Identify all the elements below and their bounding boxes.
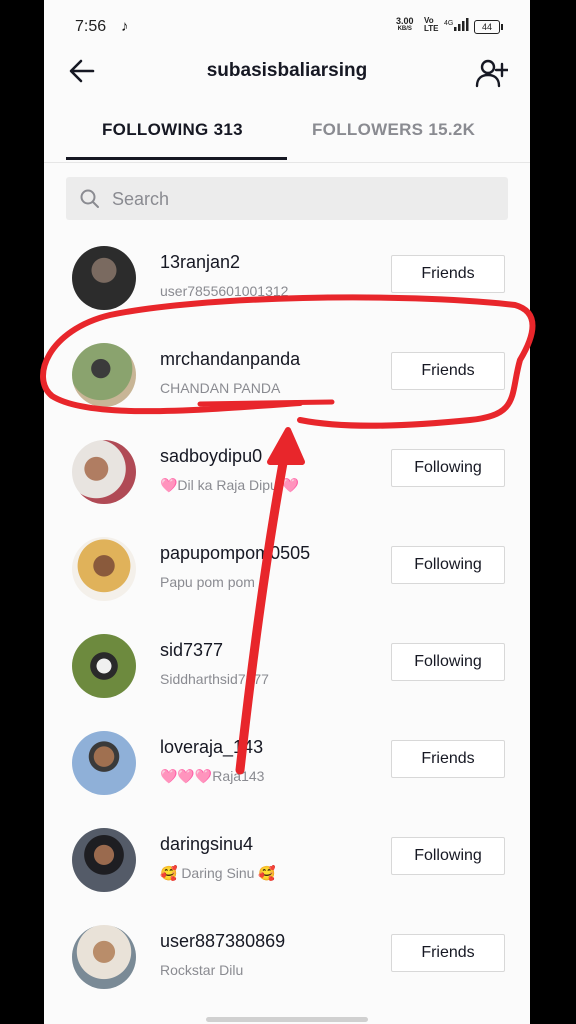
following-button[interactable]: Following [391, 837, 505, 875]
tab-bar: FOLLOWING 313 FOLLOWERS 15.2K [44, 104, 530, 163]
status-bar: 7:56 ♪ 3.00 KB/S Vo LTE 4G 44 [44, 0, 530, 56]
nickname: 🩷Dil ka Raja Dipu 🩷 [160, 477, 300, 493]
avatar[interactable] [72, 828, 136, 892]
avatar[interactable] [72, 246, 136, 310]
friends-button[interactable]: Friends [391, 352, 505, 390]
list-item[interactable]: 13ranjan2 user7855601001312 Friends [44, 232, 530, 329]
status-time: 7:56 [75, 18, 107, 35]
username: papupompom0505 [160, 543, 311, 563]
search-input[interactable] [110, 177, 494, 222]
nickname: 🥰 Daring Sinu 🥰 [160, 865, 276, 881]
search-icon [80, 189, 99, 208]
friends-button[interactable]: Friends [391, 255, 505, 293]
tiktok-notification-icon: ♪ [121, 18, 129, 35]
page-title: subasisbaliarsing [206, 60, 368, 81]
following-button[interactable]: Following [391, 449, 505, 487]
network-type: 4G [444, 20, 453, 27]
username: user887380869 [160, 931, 286, 951]
following-button[interactable]: Following [391, 643, 505, 681]
following-screen: 7:56 ♪ 3.00 KB/S Vo LTE 4G 44 subasisbali… [44, 0, 530, 1024]
signal-icon: 4G [444, 18, 469, 31]
nickname: 🩷🩷🩷Raja143 [160, 768, 265, 784]
volte-indicator: Vo LTE [424, 16, 439, 33]
search-bar[interactable] [66, 177, 508, 222]
add-user-icon[interactable] [474, 56, 508, 90]
following-button[interactable]: Following [391, 546, 505, 584]
network-speed: 3.00 KB/S [396, 17, 414, 33]
battery-icon: 44 [474, 20, 503, 34]
avatar[interactable] [72, 537, 136, 601]
nickname: user7855601001312 [160, 283, 289, 299]
nickname: CHANDAN PANDA [160, 380, 281, 396]
nickname: Rockstar Dilu [160, 962, 244, 978]
nickname: Papu pom pom [160, 574, 255, 590]
nickname: Siddharthsid7377 [160, 671, 269, 687]
avatar[interactable] [72, 343, 136, 407]
tab-followers[interactable]: FOLLOWERS 15.2K [312, 120, 475, 140]
friends-button[interactable]: Friends [391, 934, 505, 972]
username: mrchandanpanda [160, 349, 301, 369]
list-item[interactable]: user887380869 Rockstar Dilu Friends [44, 911, 530, 1008]
username: loveraja_143 [160, 737, 264, 757]
list-item[interactable]: papupompom0505 Papu pom pom Following [44, 523, 530, 620]
username: daringsinu4 [160, 834, 254, 854]
network-speed-unit: KB/S [397, 26, 412, 32]
username: sid7377 [160, 640, 224, 660]
list-item[interactable]: sid7377 Siddharthsid7377 Following [44, 620, 530, 717]
list-item[interactable]: loveraja_143 🩷🩷🩷Raja143 Friends [44, 717, 530, 814]
username: sadboydipu0 [160, 446, 263, 466]
friends-button[interactable]: Friends [391, 740, 505, 778]
home-indicator [206, 1017, 368, 1022]
list-item[interactable]: sadboydipu0 🩷Dil ka Raja Dipu 🩷 Followin… [44, 426, 530, 523]
list-item[interactable]: mrchandanpanda CHANDAN PANDA Friends [44, 329, 530, 426]
tab-following[interactable]: FOLLOWING 313 [102, 120, 243, 140]
username: 13ranjan2 [160, 252, 241, 272]
avatar[interactable] [72, 925, 136, 989]
active-tab-indicator [66, 157, 287, 160]
avatar[interactable] [72, 731, 136, 795]
list-item[interactable]: daringsinu4 🥰 Daring Sinu 🥰 Following [44, 814, 530, 911]
avatar[interactable] [72, 440, 136, 504]
avatar[interactable] [72, 634, 136, 698]
